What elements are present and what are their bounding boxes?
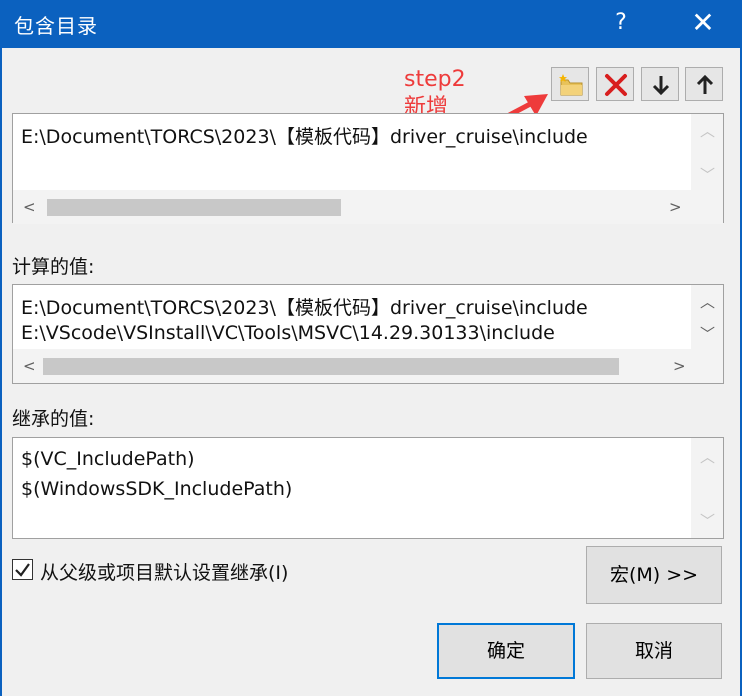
scroll-down-icon[interactable]: ﹀: [700, 323, 715, 344]
vertical-scrollbar[interactable]: ︿ ﹀: [691, 438, 723, 538]
move-up-button[interactable]: [685, 67, 723, 101]
inherited-values-label: 继承的值:: [12, 408, 95, 430]
scroll-up-icon[interactable]: ︿: [700, 291, 715, 312]
vertical-scrollbar[interactable]: ︿ ﹀: [691, 285, 723, 351]
scroll-up-icon[interactable]: ︿: [700, 446, 715, 467]
arrow-down-icon: [652, 76, 670, 96]
include-dirs-edit-box[interactable]: E:\Document\TORCS\2023\【模板代码】driver_crui…: [12, 113, 724, 224]
evaluated-value-label: 计算的值:: [12, 256, 95, 278]
list-item: $(VC_IncludePath): [21, 448, 195, 470]
arrow-up-icon: [696, 74, 714, 94]
scroll-right-icon[interactable]: >: [669, 198, 682, 216]
inherited-values-box: $(VC_IncludePath) $(WindowsSDK_IncludePa…: [12, 437, 724, 539]
help-button[interactable]: ?: [606, 8, 636, 38]
title-bar: 包含目录 ? ✕: [0, 0, 742, 48]
horizontal-scrollbar[interactable]: < >: [13, 349, 723, 383]
ok-button[interactable]: 确定: [437, 623, 575, 679]
scroll-left-icon[interactable]: <: [23, 357, 36, 375]
vertical-scrollbar[interactable]: ︿ ﹀: [691, 114, 723, 190]
close-button[interactable]: ✕: [686, 6, 720, 40]
scroll-thumb[interactable]: [43, 358, 619, 375]
scroll-thumb[interactable]: [47, 199, 341, 216]
window-frame-left: [0, 48, 2, 696]
checkmark-icon: [15, 563, 30, 577]
delete-button[interactable]: [596, 67, 634, 101]
list-item: E:\Document\TORCS\2023\【模板代码】driver_crui…: [21, 297, 588, 319]
horizontal-scrollbar[interactable]: < >: [13, 190, 723, 224]
scroll-down-icon[interactable]: ﹀: [700, 510, 715, 531]
macros-button[interactable]: 宏(M) >>: [586, 546, 722, 604]
dialog-title: 包含目录: [14, 14, 98, 38]
inherit-checkbox[interactable]: [12, 559, 33, 580]
inherit-checkbox-label[interactable]: 从父级或项目默认设置继承(I): [40, 558, 288, 585]
scroll-left-icon[interactable]: <: [23, 198, 36, 216]
move-down-button[interactable]: [641, 67, 679, 101]
scroll-up-icon[interactable]: ︿: [700, 120, 715, 141]
evaluated-value-box: E:\Document\TORCS\2023\【模板代码】driver_crui…: [12, 284, 724, 384]
red-x-icon: [605, 74, 627, 96]
list-item: $(WindowsSDK_IncludePath): [21, 478, 293, 500]
list-item: E:\VScode\VSInstall\VC\Tools\MSVC\14.29.…: [21, 322, 555, 344]
cancel-button[interactable]: 取消: [586, 623, 722, 679]
scroll-down-icon[interactable]: ﹀: [700, 164, 715, 185]
list-item[interactable]: E:\Document\TORCS\2023\【模板代码】driver_crui…: [21, 122, 588, 149]
scroll-right-icon[interactable]: >: [673, 357, 686, 375]
step-label: step2: [404, 67, 466, 92]
